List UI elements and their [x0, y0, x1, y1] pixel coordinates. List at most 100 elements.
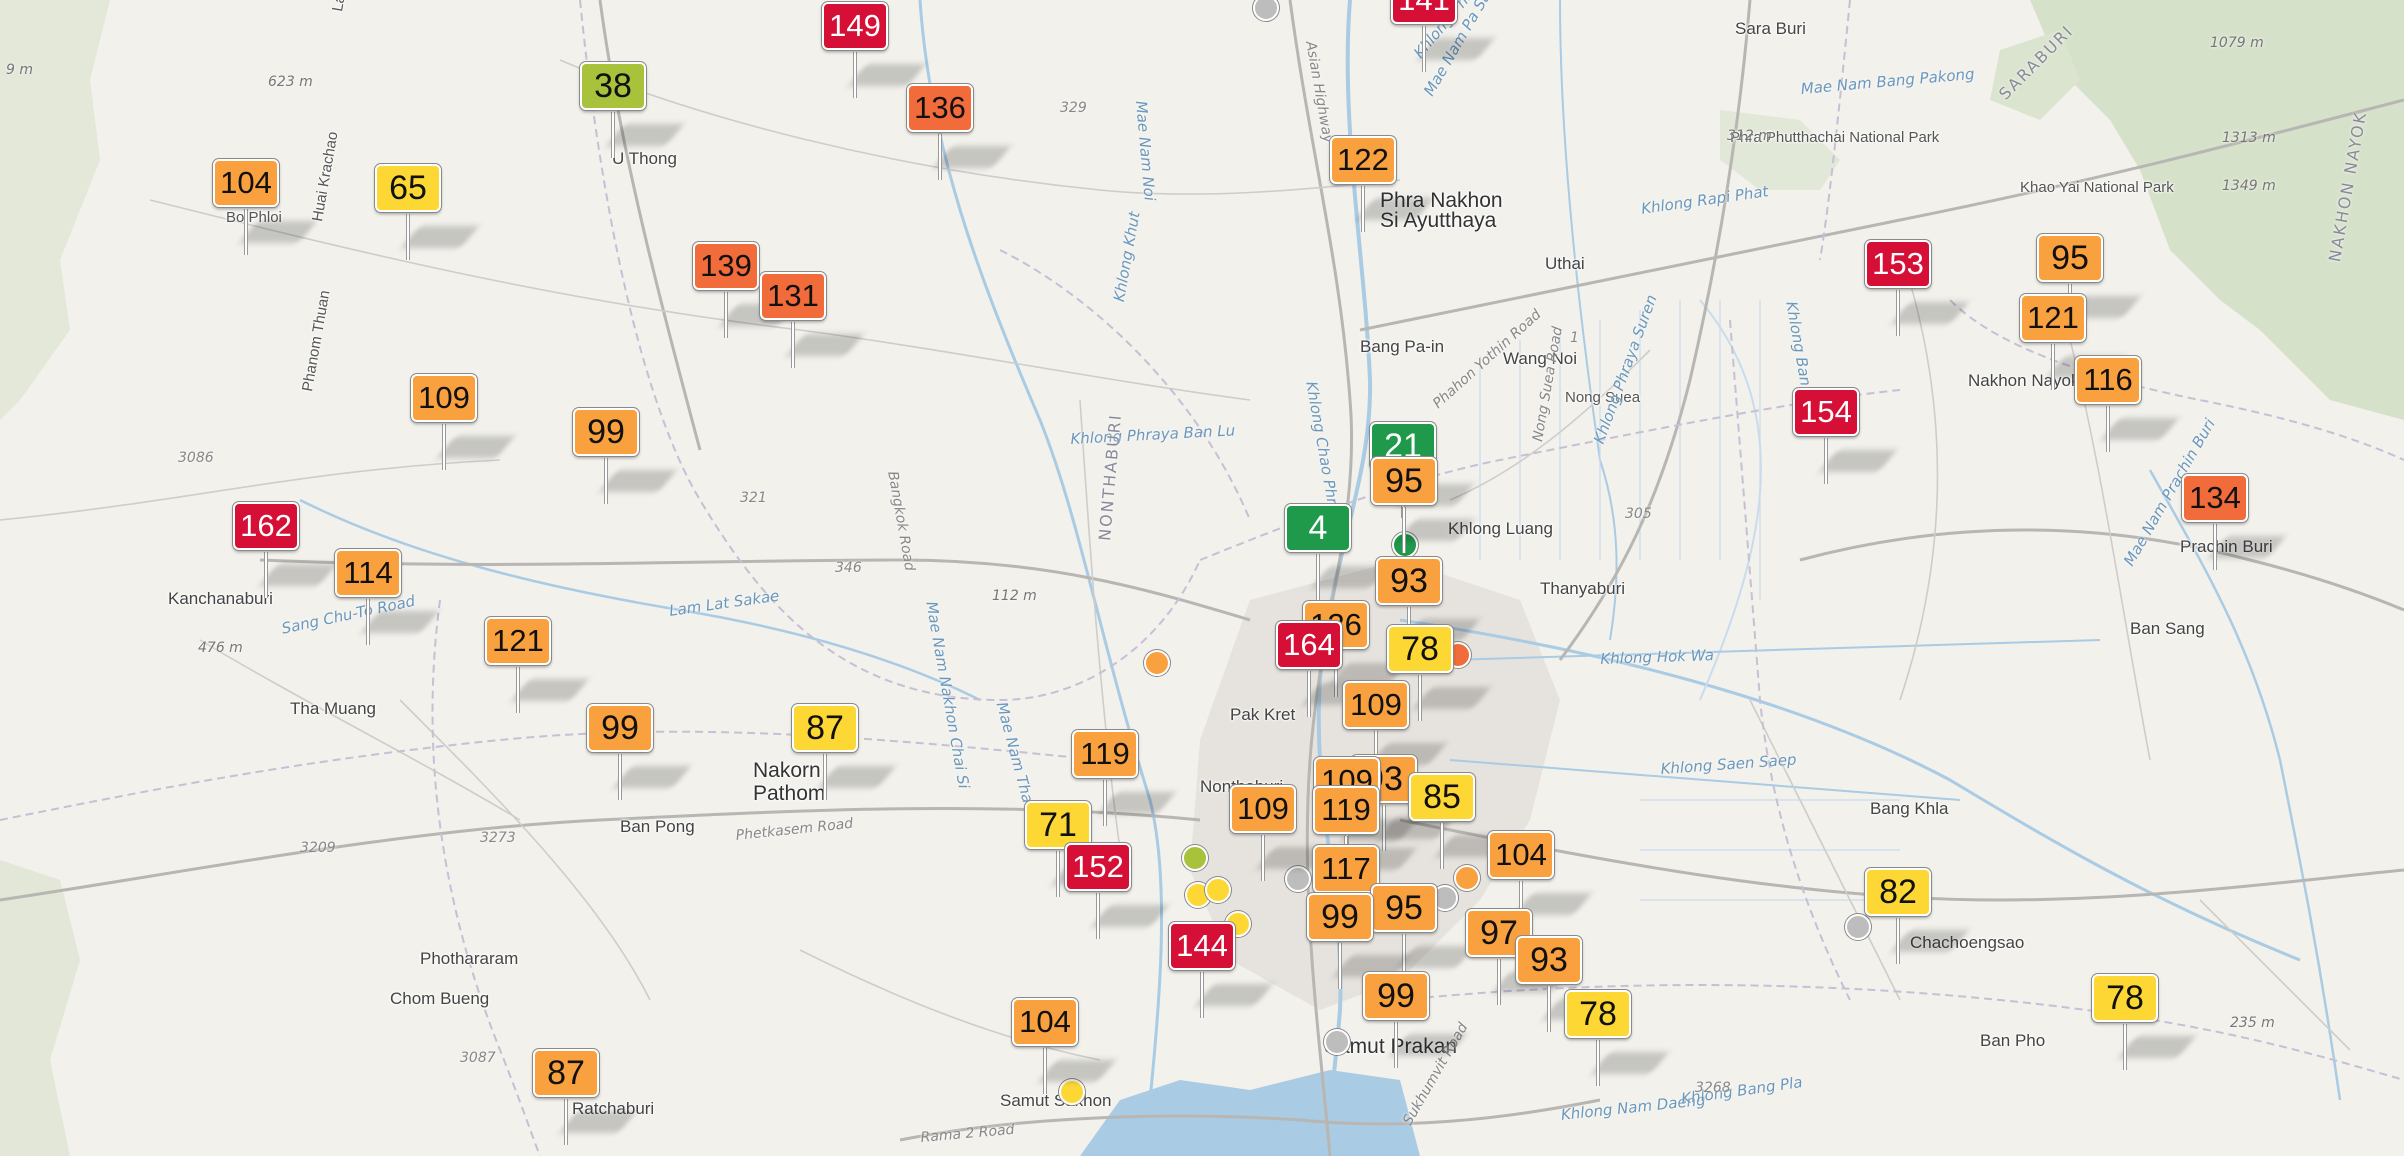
- aqi-value-sign[interactable]: 164: [1276, 621, 1342, 669]
- marker-pole: [1824, 438, 1828, 484]
- marker-pole: [611, 112, 615, 158]
- road-number-label: 1: [1570, 330, 1579, 346]
- aqi-value-sign[interactable]: 95: [1371, 884, 1437, 932]
- aqi-value-sign[interactable]: 95: [2037, 234, 2103, 282]
- road-number-label: 329: [1060, 100, 1087, 116]
- aqi-value-sign[interactable]: 131: [760, 272, 826, 320]
- aqi-value-sign[interactable]: 144: [1169, 922, 1235, 970]
- aqi-value-sign[interactable]: 136: [907, 84, 973, 132]
- marker-pole: [1402, 507, 1406, 553]
- aqi-value-sign[interactable]: 93: [1516, 936, 1582, 984]
- elevation-label: 1079 m: [2210, 35, 2264, 51]
- aqi-value-sign[interactable]: 82: [1865, 868, 1931, 916]
- elevation-label: 235 m: [2230, 1015, 2275, 1031]
- aqi-value-sign[interactable]: 109: [1343, 681, 1409, 729]
- marker-pole: [823, 754, 827, 800]
- station-dot[interactable]: [1454, 865, 1480, 891]
- aqi-value-sign[interactable]: 104: [1012, 998, 1078, 1046]
- station-dot[interactable]: [1182, 845, 1208, 871]
- marker-pole: [1338, 943, 1342, 989]
- marker-pole: [1316, 554, 1320, 600]
- marker-pole: [1200, 972, 1204, 1018]
- aqi-value-sign[interactable]: 104: [1488, 831, 1554, 879]
- station-dot[interactable]: [1144, 650, 1170, 676]
- elevation-label: 1313 m: [2222, 130, 2276, 146]
- marker-pole: [1596, 1040, 1600, 1086]
- station-dot[interactable]: [1324, 1029, 1350, 1055]
- marker-pole: [1440, 823, 1444, 869]
- aqi-value-sign[interactable]: 99: [573, 408, 639, 456]
- aqi-value-sign[interactable]: 121: [2020, 294, 2086, 342]
- aqi-value-sign[interactable]: 109: [411, 374, 477, 422]
- marker-pole: [1043, 1048, 1047, 1094]
- station-dot[interactable]: [1285, 866, 1311, 892]
- elevation-label: 9 m: [6, 62, 33, 78]
- aqi-value-sign[interactable]: 109: [1230, 785, 1296, 833]
- aqi-value-sign[interactable]: 4: [1285, 504, 1351, 552]
- marker-pole: [1361, 186, 1365, 232]
- marker-pole: [2051, 344, 2055, 390]
- aqi-value-sign[interactable]: 87: [533, 1049, 599, 1097]
- marker-pole: [724, 292, 728, 338]
- road-number-label: 346: [835, 560, 862, 576]
- marker-pole: [618, 754, 622, 800]
- marker-pole: [1307, 671, 1311, 717]
- map-canvas[interactable]: U Thong Bo Phloi Phra Nakhon Si Ayutthaya Ba…: [0, 0, 2404, 1156]
- aqi-value-sign[interactable]: 149: [822, 2, 888, 50]
- aqi-value-sign[interactable]: 95: [1371, 457, 1437, 505]
- road-number-label: 3273: [480, 830, 516, 846]
- aqi-value-sign[interactable]: 117: [1313, 845, 1379, 893]
- aqi-value-sign[interactable]: 152: [1065, 843, 1131, 891]
- marker-pole: [853, 52, 857, 98]
- aqi-value-sign[interactable]: 121: [485, 617, 551, 665]
- elevation-label: 623 m: [268, 74, 313, 90]
- aqi-value-sign[interactable]: 119: [1313, 786, 1379, 834]
- elevation-label: 112 m: [992, 588, 1037, 604]
- aqi-value-sign[interactable]: 122: [1330, 136, 1396, 184]
- elevation-label: 312 m: [1727, 128, 1772, 144]
- aqi-value-sign[interactable]: 153: [1865, 240, 1931, 288]
- aqi-value-sign[interactable]: 104: [213, 159, 279, 207]
- aqi-value-sign[interactable]: 119: [1072, 730, 1138, 778]
- marker-pole: [1896, 290, 1900, 336]
- marker-pole: [1394, 1022, 1398, 1068]
- elevation-label: 476 m: [198, 640, 243, 656]
- station-dot[interactable]: [1845, 914, 1871, 940]
- aqi-value-sign[interactable]: 99: [1363, 972, 1429, 1020]
- marker-pole: [2213, 524, 2217, 570]
- marker-pole: [564, 1099, 568, 1145]
- aqi-value-sign[interactable]: 116: [2075, 356, 2141, 404]
- aqi-value-sign[interactable]: 78: [2092, 974, 2158, 1022]
- aqi-value-sign[interactable]: 141: [1391, 0, 1457, 24]
- marker-pole: [366, 599, 370, 645]
- aqi-value-sign[interactable]: 99: [1307, 893, 1373, 941]
- aqi-value-sign[interactable]: 139: [693, 242, 759, 290]
- marker-pole: [1418, 675, 1422, 721]
- aqi-value-sign[interactable]: 162: [233, 502, 299, 550]
- marker-pole: [791, 322, 795, 368]
- marker-pole: [2123, 1024, 2127, 1070]
- marker-pole: [1422, 26, 1426, 72]
- road-number-label: 3268: [1695, 1080, 1731, 1096]
- station-dot[interactable]: [1059, 1079, 1085, 1105]
- aqi-value-sign[interactable]: 87: [792, 704, 858, 752]
- marker-pole: [406, 214, 410, 260]
- aqi-value-sign[interactable]: 85: [1409, 773, 1475, 821]
- aqi-value-sign[interactable]: 154: [1793, 388, 1859, 436]
- road-number-label: 3086: [178, 450, 214, 466]
- station-dot[interactable]: [1205, 877, 1231, 903]
- aqi-value-sign[interactable]: 114: [335, 549, 401, 597]
- marker-pole: [516, 667, 520, 713]
- marker-pole: [1056, 851, 1060, 897]
- marker-pole: [244, 209, 248, 255]
- aqi-value-sign[interactable]: 93: [1376, 557, 1442, 605]
- aqi-value-sign[interactable]: 99: [587, 704, 653, 752]
- aqi-value-sign[interactable]: 78: [1565, 990, 1631, 1038]
- aqi-value-sign[interactable]: 38: [580, 62, 646, 110]
- aqi-value-sign[interactable]: 71: [1025, 801, 1091, 849]
- marker-pole: [1497, 959, 1501, 1005]
- aqi-value-sign[interactable]: 134: [2182, 474, 2248, 522]
- aqi-value-sign[interactable]: 65: [375, 164, 441, 212]
- aqi-value-sign[interactable]: 78: [1387, 625, 1453, 673]
- marker-pole: [1896, 918, 1900, 964]
